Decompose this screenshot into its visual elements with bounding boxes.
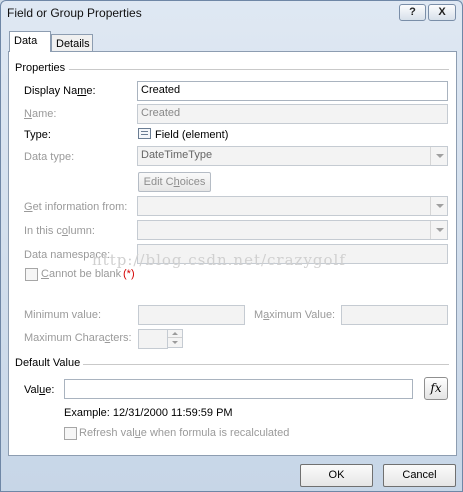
default-value-group-title: Default Value xyxy=(15,357,81,369)
dialog-window: Field or Group Properties ? X Data Detai… xyxy=(0,0,463,492)
in-this-column-select xyxy=(137,220,448,240)
tab-data-label: Data xyxy=(14,35,38,47)
chevron-down-icon xyxy=(430,221,447,239)
example-text: Example: 12/31/2000 11:59:59 PM xyxy=(64,407,233,419)
edit-choices-button: Edit Choices xyxy=(138,172,211,192)
required-mark: (*) xyxy=(123,268,135,280)
maximum-value-label: Maximum Value: xyxy=(254,309,336,321)
data-type-value: DateTimeType xyxy=(141,149,213,161)
minimum-value-label: Minimum value: xyxy=(24,309,102,321)
close-button[interactable]: X xyxy=(428,4,456,21)
window-title: Field or Group Properties xyxy=(7,6,142,20)
in-this-column-label: In this column: xyxy=(24,225,95,237)
value-label: Value: xyxy=(24,384,55,396)
chevron-down-icon xyxy=(430,197,447,215)
get-information-from-select xyxy=(137,196,448,216)
data-type-label: Data type: xyxy=(24,151,75,163)
name-label: Name: xyxy=(24,108,57,120)
chevron-down-icon xyxy=(430,147,447,165)
help-button[interactable]: ? xyxy=(399,4,426,21)
display-name-label: Display Name: xyxy=(24,85,96,97)
default-value-input[interactable] xyxy=(64,379,413,399)
watermark-text: http://blog.csdn.net/crazygolf xyxy=(92,251,346,269)
cannot-be-blank-label: Cannot be blank xyxy=(41,268,122,280)
display-name-input[interactable]: Created xyxy=(137,81,448,101)
properties-divider xyxy=(69,69,449,70)
spin-up-icon xyxy=(168,330,182,338)
tab-details-label: Details xyxy=(56,38,90,50)
ok-button[interactable]: OK xyxy=(300,464,373,487)
maximum-characters-label: Maximum Characters: xyxy=(24,332,132,344)
data-type-select: DateTimeType xyxy=(137,146,448,166)
maximum-characters-spinner xyxy=(167,329,183,348)
cancel-button[interactable]: Cancel xyxy=(383,464,456,487)
title-bar: Field or Group Properties ? X xyxy=(1,1,462,25)
minimum-value-input xyxy=(138,305,245,325)
formula-button[interactable]: fx xyxy=(424,377,448,400)
type-value: Field (element) xyxy=(155,129,229,141)
refresh-value-label: Refresh value when formula is recalculat… xyxy=(79,427,290,439)
maximum-characters-input xyxy=(138,329,168,349)
default-value-divider xyxy=(83,364,449,365)
field-element-icon xyxy=(138,128,151,139)
spin-down-icon xyxy=(168,339,182,347)
maximum-value-input xyxy=(341,305,448,325)
refresh-value-checkbox xyxy=(64,427,77,440)
tab-data[interactable]: Data xyxy=(9,31,51,52)
properties-group-title: Properties xyxy=(15,62,66,74)
cannot-be-blank-checkbox xyxy=(25,268,38,281)
type-label: Type: xyxy=(24,129,51,141)
get-information-from-label: Get information from: xyxy=(24,201,128,213)
name-input: Created xyxy=(137,104,448,124)
